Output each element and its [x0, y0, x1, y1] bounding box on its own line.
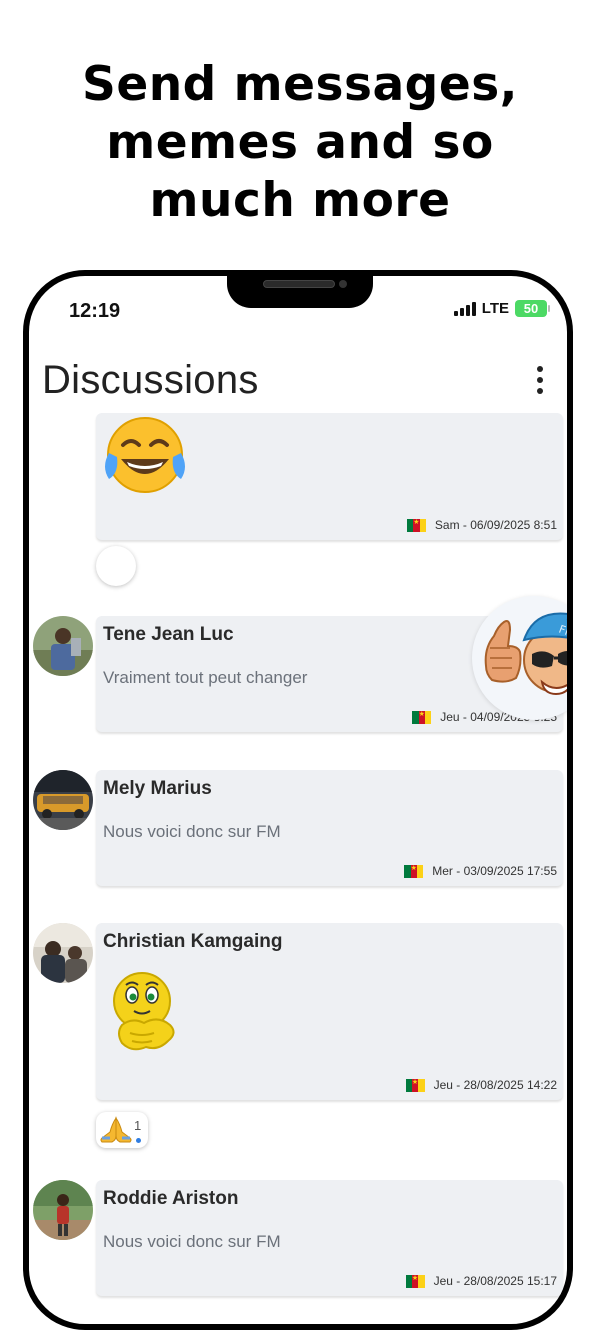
front-camera [339, 280, 347, 288]
message-card[interactable]: Christian Kamgaing Jeu - 28/08/2025 14:2… [96, 923, 563, 1100]
sender-name: Roddie Ariston [103, 1188, 239, 1209]
cameroon-flag-icon [405, 1078, 425, 1092]
speaker-grille [263, 280, 335, 288]
avatar[interactable] [33, 1180, 93, 1240]
message-timestamp: Sam - 06/09/2025 8:51 [434, 518, 557, 532]
avatar-photo [33, 770, 93, 830]
phone-notch [227, 276, 373, 308]
avatar-photo [33, 923, 93, 983]
cameroon-flag-icon [405, 1274, 425, 1288]
reaction-count: 1 [134, 1118, 142, 1133]
message-card[interactable]: Sam - 06/09/2025 8:51 [96, 413, 563, 540]
rubbing-hands-smiley-icon [113, 972, 175, 1051]
avatar-photo [33, 1180, 93, 1240]
cameroon-flag-icon [404, 864, 424, 878]
avatar-photo [33, 616, 93, 676]
face-with-tears-of-joy-icon [105, 417, 185, 493]
reaction-bubble-empty[interactable] [96, 546, 136, 586]
sender-name: Mely Marius [103, 778, 212, 799]
folded-hands-icon [100, 1116, 132, 1143]
message-text: Nous voici donc sur FM [103, 822, 281, 841]
promo-line-2: memes and so [106, 115, 494, 170]
network-type: LTE [481, 300, 509, 317]
page-title: Discussions [42, 358, 259, 402]
message-meta: Jeu - 28/08/2025 15:17 [405, 1274, 557, 1288]
message-card[interactable]: Mely Marius Nous voici donc sur FM Mer -… [96, 770, 563, 886]
more-vertical-icon[interactable] [535, 366, 545, 394]
message-timestamp: Jeu - 28/08/2025 15:17 [433, 1274, 557, 1288]
status-time: 12:19 [69, 300, 121, 322]
phone-frame: 12:19 LTE 50 Discussions Sam - 06/09/202… [23, 270, 573, 1330]
message-meta: Sam - 06/09/2025 8:51 [406, 518, 557, 532]
promo-headline: Send messages, memes and so much more [0, 56, 600, 230]
reaction-chip[interactable]: 1 [96, 1112, 148, 1148]
status-indicators: LTE 50 [453, 300, 550, 317]
avatar[interactable] [33, 770, 93, 830]
message-meta: Mer - 03/09/2025 17:55 [404, 864, 557, 878]
promo-line-3: much more [149, 173, 451, 228]
message-timestamp: Mer - 03/09/2025 17:55 [432, 864, 557, 878]
avatar[interactable] [33, 923, 93, 983]
sender-name: Tene Jean Luc [103, 624, 234, 645]
promo-line-1: Send messages, [81, 57, 519, 112]
message-card[interactable]: Roddie Ariston Nous voici donc sur FM Je… [96, 1180, 563, 1296]
message-text: Nous voici donc sur FM [103, 1232, 281, 1251]
app-header: Discussions [29, 340, 567, 410]
battery-icon: 50 [515, 300, 550, 317]
message-timestamp: Jeu - 28/08/2025 14:22 [433, 1078, 557, 1092]
message-meta: Jeu - 28/08/2025 14:22 [405, 1078, 557, 1092]
reaction-dot [136, 1138, 141, 1143]
cameroon-flag-icon [406, 518, 426, 532]
sender-name: Christian Kamgaing [103, 931, 283, 952]
signal-icon [453, 301, 476, 316]
message-text: Vraiment tout peut changer [103, 668, 308, 687]
cameroon-flag-icon [412, 710, 432, 724]
avatar[interactable] [33, 616, 93, 676]
